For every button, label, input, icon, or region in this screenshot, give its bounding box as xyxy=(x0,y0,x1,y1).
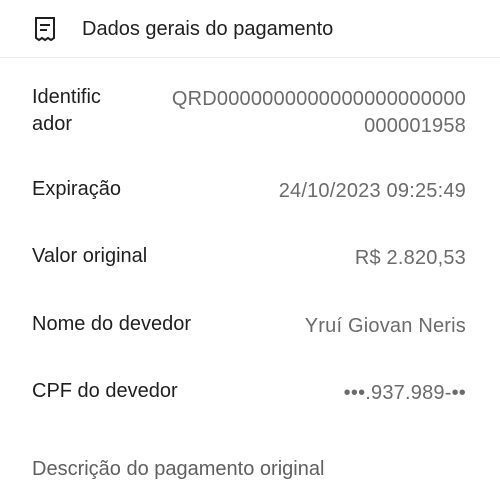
expiration-row: Expiração 24/10/2023 09:25:49 xyxy=(0,176,500,206)
debtor-name-label: Nome do devedor xyxy=(32,313,191,335)
debtor-name-value: Yruí Giovan Neris xyxy=(304,315,466,337)
debtor-cpf-label: CPF do devedor xyxy=(32,380,178,402)
debtor-name-row: Nome do devedor Yruí Giovan Neris xyxy=(0,311,500,341)
identifier-value-line2: 000001958 xyxy=(364,115,466,137)
identifier-value-line1: QRD0000000000000000000000 xyxy=(171,88,466,110)
identifier-label-line2: ador xyxy=(32,113,73,135)
receipt-icon xyxy=(35,17,55,42)
identifier-row: Identific ador QRD0000000000000000000000… xyxy=(0,84,500,140)
debtor-cpf-row: CPF do devedor •••.937.989-•• xyxy=(0,378,500,408)
debtor-cpf-value: •••.937.989-•• xyxy=(343,382,466,404)
original-value-label: Valor original xyxy=(32,245,148,267)
original-value-row: Valor original R$ 2.820,53 xyxy=(0,243,500,273)
identifier-label-line1: Identific xyxy=(32,86,101,108)
section-title: Dados gerais do pagamento xyxy=(82,18,334,40)
expiration-label: Expiração xyxy=(32,178,121,200)
original-value-amount: R$ 2.820,53 xyxy=(354,247,466,269)
expiration-value: 24/10/2023 09:25:49 xyxy=(278,180,466,202)
section-header: Dados gerais do pagamento xyxy=(0,0,500,58)
original-payment-description-heading: Descrição do pagamento original xyxy=(32,458,325,480)
